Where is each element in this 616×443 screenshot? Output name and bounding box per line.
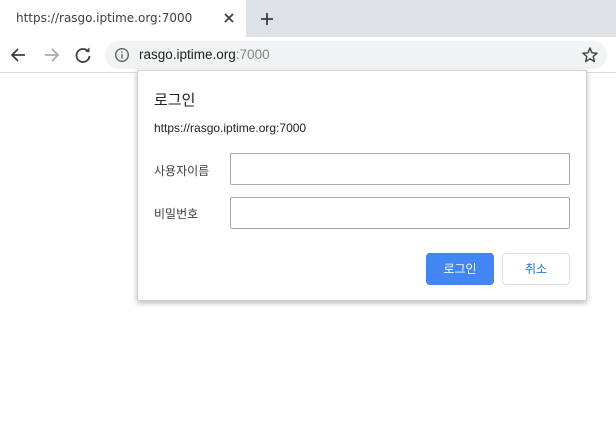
url-port: :7000 bbox=[235, 47, 270, 62]
login-dialog: 로그인 https://rasgo.iptime.org:7000 사용자이름 … bbox=[137, 70, 587, 301]
tab-strip: https://rasgo.iptime.org:7000 bbox=[0, 0, 616, 37]
dialog-origin: https://rasgo.iptime.org:7000 bbox=[154, 121, 307, 135]
login-button[interactable]: 로그인 bbox=[426, 253, 494, 285]
username-label: 사용자이름 bbox=[154, 164, 210, 178]
reload-icon[interactable] bbox=[72, 44, 94, 66]
address-bar[interactable]: rasgo.iptime.org:7000 bbox=[105, 41, 607, 69]
url-host: rasgo.iptime.org bbox=[139, 47, 236, 62]
username-input[interactable] bbox=[230, 153, 570, 185]
arrow-right-icon[interactable] bbox=[40, 44, 62, 66]
browser-toolbar: rasgo.iptime.org:7000 bbox=[0, 37, 616, 73]
password-label: 비밀번호 bbox=[154, 207, 199, 221]
info-icon[interactable] bbox=[114, 47, 130, 63]
plus-icon[interactable] bbox=[257, 9, 277, 29]
tab-title: https://rasgo.iptime.org:7000 bbox=[16, 11, 193, 25]
dialog-title: 로그인 bbox=[154, 91, 196, 109]
browser-tab[interactable]: https://rasgo.iptime.org:7000 bbox=[0, 0, 246, 37]
password-input[interactable] bbox=[230, 197, 570, 229]
star-icon[interactable] bbox=[581, 46, 599, 64]
cancel-button[interactable]: 취소 bbox=[502, 253, 570, 285]
close-icon[interactable] bbox=[220, 9, 238, 27]
url-text[interactable]: rasgo.iptime.org:7000 bbox=[139, 47, 270, 62]
arrow-left-icon[interactable] bbox=[8, 44, 30, 66]
